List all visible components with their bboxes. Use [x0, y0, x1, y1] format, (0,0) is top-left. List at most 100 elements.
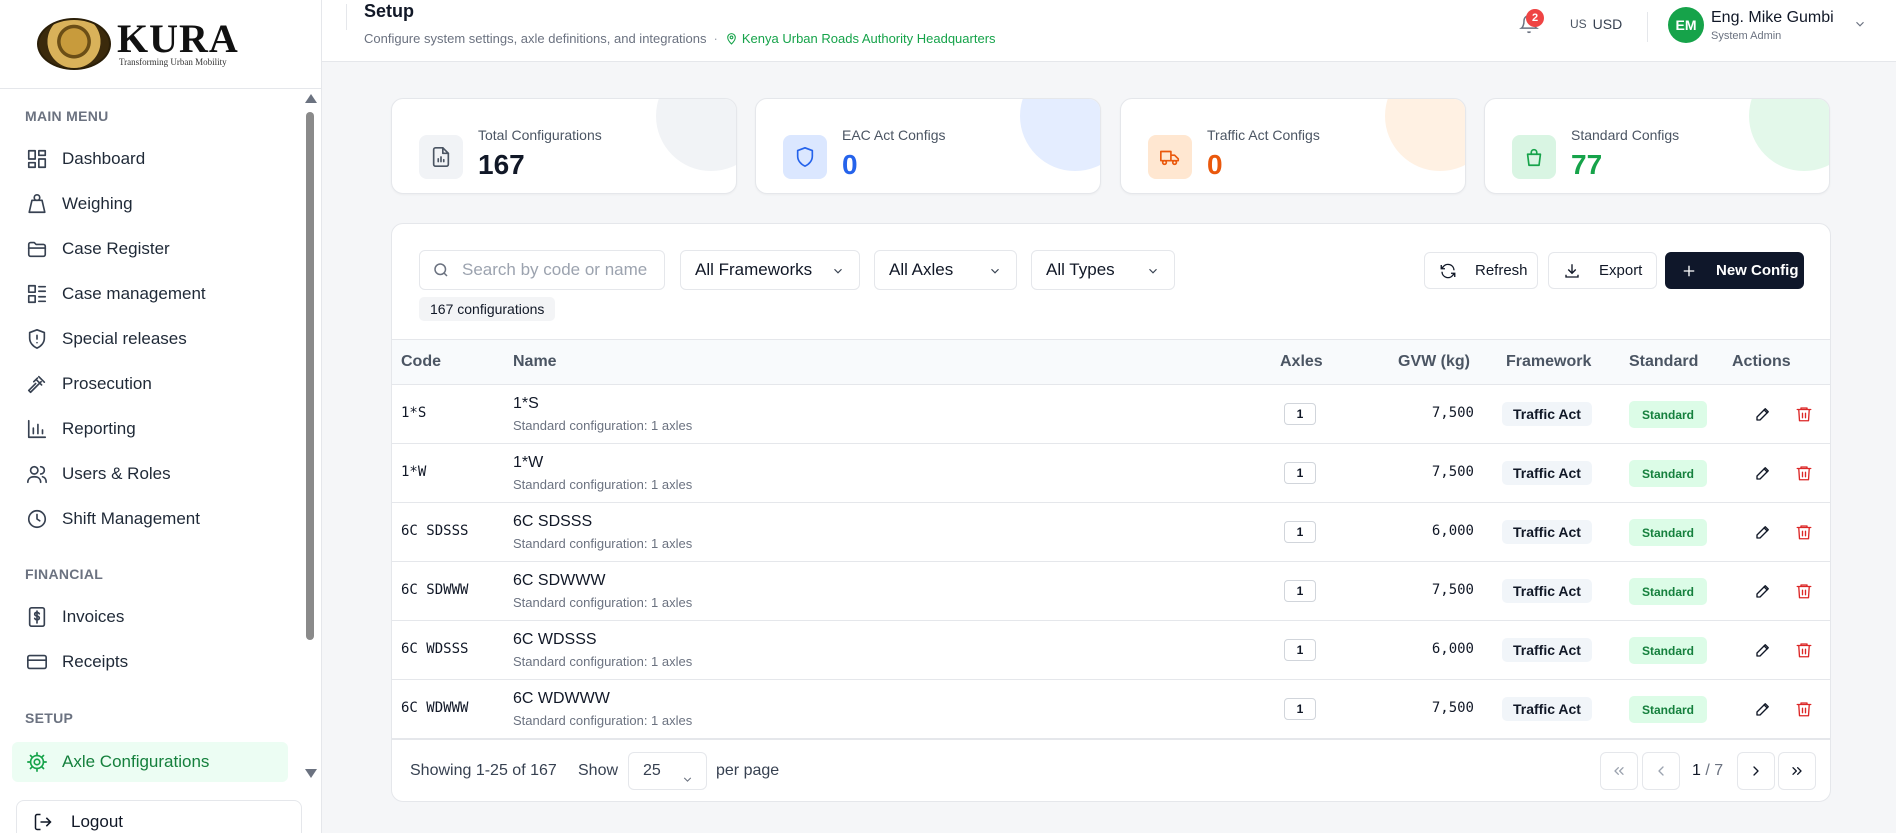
cell-axles: 1: [1284, 403, 1316, 425]
currency-selector[interactable]: US USD: [1570, 16, 1622, 32]
sidebar-item-prosecution[interactable]: Prosecution: [12, 364, 288, 404]
dollar-doc-icon: [26, 606, 48, 628]
edit-pencil-icon[interactable]: [1754, 464, 1772, 482]
previous-page-button[interactable]: [1642, 752, 1680, 790]
axles-filter-select[interactable]: All Axles: [874, 250, 1017, 290]
delete-trash-icon[interactable]: [1795, 582, 1813, 600]
cell-axles: 1: [1284, 462, 1316, 484]
edit-pencil-icon[interactable]: [1754, 405, 1772, 423]
column-header-gvw[interactable]: GVW (kg): [1398, 353, 1470, 371]
column-header-framework[interactable]: Framework: [1506, 353, 1591, 371]
table-row[interactable]: 1*W 1*W Standard configuration: 1 axles …: [392, 444, 1830, 503]
sidebar-item-label: Receipts: [62, 652, 129, 671]
table-footer: Showing 1-25 of 167 Show 25 per page 1 /…: [392, 739, 1830, 801]
sidebar-scrollbar[interactable]: [303, 92, 317, 784]
standard-badge: Standard: [1629, 519, 1707, 546]
export-button[interactable]: Export: [1548, 252, 1657, 289]
clock-icon: [26, 508, 48, 530]
new-config-button[interactable]: New Config: [1665, 252, 1804, 289]
sidebar-item-shift-management[interactable]: Shift Management: [12, 499, 288, 539]
gear-icon: [26, 751, 48, 773]
stat-value: 77: [1571, 149, 1603, 180]
refresh-button[interactable]: Refresh: [1424, 252, 1538, 289]
stat-label: Total Configurations: [478, 127, 602, 143]
column-header-standard[interactable]: Standard: [1629, 353, 1698, 371]
stat-value: 167: [478, 149, 525, 180]
scroll-down-arrow-icon[interactable]: [305, 769, 317, 778]
framework-filter-select[interactable]: All Frameworks: [680, 250, 860, 290]
delete-trash-icon[interactable]: [1795, 700, 1813, 718]
types-filter-select[interactable]: All Types: [1031, 250, 1175, 290]
sidebar-item-weighing[interactable]: Weighing: [12, 184, 288, 224]
sidebar-item-special-releases[interactable]: Special releases: [12, 319, 288, 359]
column-header-name[interactable]: Name: [513, 353, 557, 371]
logo[interactable]: KURA Transforming Urban Mobility: [0, 0, 321, 89]
sidebar-item-label: Weighing: [62, 194, 133, 213]
next-page-button[interactable]: [1737, 752, 1775, 790]
sidebar-item-receipts[interactable]: Receipts: [12, 642, 288, 682]
scroll-thumb[interactable]: [306, 112, 314, 640]
delete-trash-icon[interactable]: [1795, 641, 1813, 659]
avatar[interactable]: EM: [1668, 7, 1704, 43]
table-row[interactable]: 6C WDWWW 6C WDWWW Standard configuration…: [392, 680, 1830, 739]
edit-pencil-icon[interactable]: [1754, 641, 1772, 659]
sidebar-item-case-register[interactable]: Case Register: [12, 229, 288, 269]
chevron-down-icon: [681, 764, 694, 782]
download-icon: [1565, 263, 1579, 278]
location-text: Kenya Urban Roads Authority Headquarters: [741, 31, 996, 46]
nav-section-financial: FINANCIAL: [25, 566, 104, 582]
chevron-down-icon: [988, 263, 1002, 277]
edit-pencil-icon[interactable]: [1754, 523, 1772, 541]
bag-icon: [1512, 135, 1556, 179]
user-menu-chevron-down-icon[interactable]: [1853, 17, 1867, 31]
column-header-axles[interactable]: Axles: [1280, 353, 1323, 371]
current-page: 1: [1692, 762, 1701, 779]
table-row[interactable]: 1*S 1*S Standard configuration: 1 axles …: [392, 385, 1830, 444]
per-page-label: per page: [716, 762, 780, 779]
table-row[interactable]: 6C SDWWW 6C SDWWW Standard configuration…: [392, 562, 1830, 621]
brand-tagline: Transforming Urban Mobility: [119, 57, 227, 67]
user-name[interactable]: Eng. Mike Gumbi: [1711, 9, 1834, 27]
truck-icon: [1148, 135, 1192, 179]
notification-count-badge: 2: [1526, 9, 1544, 27]
standard-badge: Standard: [1629, 460, 1707, 487]
delete-trash-icon[interactable]: [1795, 405, 1813, 423]
first-page-button[interactable]: [1600, 752, 1638, 790]
currency-label: USD: [1592, 16, 1623, 32]
table-row[interactable]: 6C SDSSS 6C SDSSS Standard configuration…: [392, 503, 1830, 562]
sidebar-item-invoices[interactable]: Invoices: [12, 597, 288, 637]
logout-label: Logout: [71, 812, 123, 831]
cell-description: Standard configuration: 1 axles: [513, 536, 693, 551]
cell-gvw: 6,000: [1431, 523, 1474, 539]
sidebar-item-users-roles[interactable]: Users & Roles: [12, 454, 288, 494]
logout-button[interactable]: Logout: [16, 800, 302, 833]
search-box[interactable]: [419, 250, 665, 290]
sidebar-item-reporting[interactable]: Reporting: [12, 409, 288, 449]
sidebar-item-dashboard[interactable]: Dashboard: [12, 139, 288, 179]
cell-axles: 1: [1284, 698, 1316, 720]
framework-filter-value: All Frameworks: [695, 260, 813, 279]
scroll-up-arrow-icon[interactable]: [305, 94, 317, 103]
delete-trash-icon[interactable]: [1795, 523, 1813, 541]
per-page-select[interactable]: 25: [628, 752, 707, 790]
chevron-left-icon: [1658, 766, 1664, 776]
delete-trash-icon[interactable]: [1795, 464, 1813, 482]
stat-card-standard-configs: Standard Configs 77: [1484, 98, 1830, 194]
last-page-button[interactable]: [1778, 752, 1816, 790]
location-label: Kenya Urban Roads Authority Headquarters: [725, 31, 996, 46]
cell-name: 6C SDSSS: [513, 513, 593, 530]
cell-axles: 1: [1284, 580, 1316, 602]
cell-description: Standard configuration: 1 axles: [513, 418, 693, 433]
edit-pencil-icon[interactable]: [1754, 700, 1772, 718]
document-chart-icon: [419, 135, 463, 179]
search-input[interactable]: [462, 260, 652, 280]
bar-chart-icon: [26, 418, 48, 440]
table-row[interactable]: 6C WDSSS 6C WDSSS Standard configuration…: [392, 621, 1830, 680]
credit-card-icon: [26, 651, 48, 673]
sidebar-item-axle-configurations[interactable]: Axle Configurations: [12, 742, 288, 782]
column-header-code[interactable]: Code: [401, 353, 441, 371]
edit-pencil-icon[interactable]: [1754, 582, 1772, 600]
framework-badge: Traffic Act: [1502, 520, 1592, 544]
sidebar-item-label: Special releases: [62, 329, 187, 348]
sidebar-item-case-management[interactable]: Case management: [12, 274, 288, 314]
